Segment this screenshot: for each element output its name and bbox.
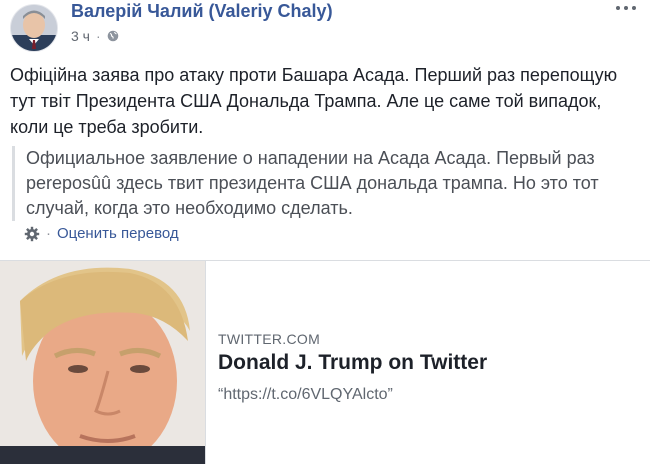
post-meta: 3 ч · — [71, 28, 119, 44]
rate-separator: · — [46, 225, 51, 242]
link-description: “https://t.co/6VLQYAlcto” — [218, 386, 393, 403]
meta-separator: · — [95, 28, 101, 44]
post-header: Валерій Чалий (Valeriy Chaly) 3 ч · — [10, 0, 640, 54]
more-dot — [624, 6, 628, 10]
globe-icon[interactable] — [107, 30, 119, 42]
link-preview-card[interactable]: TWITTER.COM Donald J. Trump on Twitter “… — [0, 260, 650, 464]
link-title[interactable]: Donald J. Trump on Twitter — [218, 351, 487, 375]
more-options-icon[interactable] — [616, 6, 636, 10]
link-info[interactable]: TWITTER.COM Donald J. Trump on Twitter “… — [218, 261, 638, 464]
rate-translation-link[interactable]: Оценить перевод — [57, 225, 179, 242]
rate-translation-row: · Оценить перевод — [24, 225, 179, 242]
author-name[interactable]: Валерій Чалий (Valeriy Chaly) — [71, 1, 333, 22]
author-avatar[interactable] — [10, 4, 58, 52]
portrait-image — [0, 261, 205, 464]
link-domain: TWITTER.COM — [218, 331, 321, 347]
link-thumbnail — [0, 261, 206, 464]
post-timestamp[interactable]: 3 ч — [71, 28, 90, 44]
more-dot — [616, 6, 620, 10]
avatar-photo — [11, 5, 57, 51]
translated-text: Официальное заявление о нападении на Аса… — [12, 146, 646, 221]
post-text: Офіційна заява про атаку проти Башара Ас… — [10, 65, 618, 137]
gear-icon[interactable] — [24, 226, 40, 242]
more-dot — [632, 6, 636, 10]
